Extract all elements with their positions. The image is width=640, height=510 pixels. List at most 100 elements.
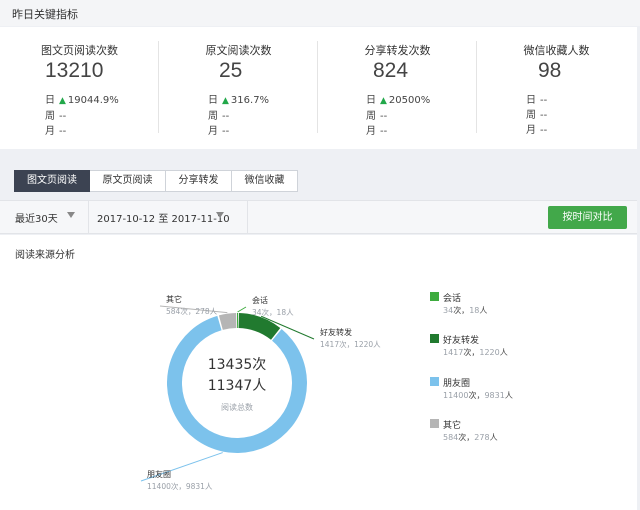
legend-stats: 1417次，1220人 xyxy=(443,347,508,358)
month-label: 月 xyxy=(208,126,218,137)
top-header: 昨日关键指标 xyxy=(0,0,640,26)
leader-line xyxy=(237,306,247,313)
people-suffix: 人 xyxy=(499,348,508,357)
kpi-value: 25 xyxy=(219,59,243,82)
kpi-section: 图文页阅读次数 13210 日 ▲ 19044.9% 周 -- 月 -- 原文阅读次数 … xyxy=(0,27,637,149)
legend-stats: 11400次，9831人 xyxy=(443,390,513,401)
day-label: 日 xyxy=(366,95,376,106)
week-label: 周 xyxy=(366,111,376,122)
divider xyxy=(88,201,89,234)
legend-swatch xyxy=(430,419,439,428)
legend-people: 18 xyxy=(469,306,480,315)
kpi-title: 分享转发次数 xyxy=(364,44,431,57)
tab-article-reads[interactable]: 图文页阅读 xyxy=(14,170,90,192)
legend-stats: 34次，18人 xyxy=(443,305,487,316)
kpi-trend-rows: 日 ▲ 19044.9% 周 -- 月 -- xyxy=(45,93,119,139)
times-suffix: 次， xyxy=(453,306,470,315)
donut-slice-3[interactable] xyxy=(218,313,237,330)
people-suffix: 人 xyxy=(479,306,488,315)
week-value: -- xyxy=(380,111,388,122)
times-suffix: 次， xyxy=(468,391,485,400)
month-label: 月 xyxy=(45,126,55,137)
day-change: 316.7% xyxy=(230,95,270,106)
chevron-down-icon[interactable] xyxy=(67,212,75,218)
chevron-down-icon[interactable] xyxy=(216,212,224,218)
week-label: 周 xyxy=(526,110,536,121)
slice-label-name: 其它 xyxy=(166,294,182,304)
kpi-card-favorites: 微信收藏人数 98 日 -- 周 -- 月 -- xyxy=(477,27,636,149)
kpi-title: 微信收藏人数 xyxy=(523,44,590,57)
slice-label-name: 会话 xyxy=(252,295,268,305)
slice-label-stats: 584次，278人 xyxy=(166,306,218,316)
month-value: -- xyxy=(59,126,67,137)
times-suffix: 次， xyxy=(463,348,480,357)
kpi-title: 图文页阅读次数 xyxy=(41,44,118,57)
center-caption: 阅读总数 xyxy=(221,402,253,412)
kpi-card-shares: 分享转发次数 824 日 ▲ 20500% 周 -- 月 -- xyxy=(318,27,477,149)
page-title: 昨日关键指标 xyxy=(12,8,78,21)
kpi-trend-rows: 日 -- 周 -- 月 -- xyxy=(526,93,547,138)
legend-name: 朋友圈 xyxy=(443,379,471,389)
month-value: -- xyxy=(540,125,548,136)
compare-by-time-button[interactable]: 按时间对比 xyxy=(548,206,627,229)
slice-label-stats: 1417次，1220人 xyxy=(320,339,381,349)
slice-label-stats: 34次，18人 xyxy=(252,307,294,317)
center-people: 11347人 xyxy=(208,378,267,394)
arrow-up-icon: ▲ xyxy=(222,96,229,106)
legend-swatch xyxy=(430,292,439,301)
day-change: 19044.9% xyxy=(67,95,119,106)
day-label: 日 xyxy=(526,95,536,106)
day-label: 日 xyxy=(45,95,55,106)
donut-slice-1[interactable] xyxy=(238,313,281,340)
range-select[interactable]: 最近30天 xyxy=(15,210,58,225)
legend-name: 会话 xyxy=(443,294,462,304)
kpi-value: 13210 xyxy=(45,59,104,82)
legend-times: 1417 xyxy=(443,348,464,357)
legend-people: 9831 xyxy=(484,391,505,400)
month-label: 月 xyxy=(526,125,536,136)
arrow-up-icon: ▲ xyxy=(59,96,66,106)
date-range-picker[interactable]: 2017-10-12 至 2017-11-10 xyxy=(97,210,230,225)
kpi-value: 98 xyxy=(538,59,562,82)
kpi-title: 原文阅读次数 xyxy=(205,44,272,57)
divider xyxy=(247,201,248,234)
day-change: 20500% xyxy=(388,95,431,106)
legend-times: 584 xyxy=(443,433,459,442)
legend-people: 278 xyxy=(474,433,490,442)
tab-shares[interactable]: 分享转发 xyxy=(166,170,232,192)
week-value: -- xyxy=(540,110,548,121)
slice-label-name: 好友转发 xyxy=(320,327,352,337)
date-separator: 至 xyxy=(158,214,169,225)
metric-tabs: 图文页阅读 原文页阅读 分享转发 微信收藏 xyxy=(14,170,298,192)
month-value: -- xyxy=(380,126,388,137)
legend-stats: 584次，278人 xyxy=(443,432,498,443)
legend-name: 其它 xyxy=(443,421,462,431)
people-suffix: 人 xyxy=(504,391,513,400)
kpi-trend-rows: 日 ▲ 316.7% 周 -- 月 -- xyxy=(208,93,269,139)
kpi-value: 824 xyxy=(373,59,409,82)
month-label: 月 xyxy=(366,126,376,137)
week-label: 周 xyxy=(45,111,55,122)
month-value: -- xyxy=(222,126,230,137)
date-start: 2017-10-12 xyxy=(97,214,156,225)
week-value: -- xyxy=(59,111,67,122)
legend-swatch xyxy=(430,377,439,386)
kpi-card-article-reads: 图文页阅读次数 13210 日 ▲ 19044.9% 周 -- 月 -- xyxy=(0,27,159,149)
center-times: 13435次 xyxy=(208,357,267,373)
legend-times: 34 xyxy=(443,306,454,315)
times-suffix: 次， xyxy=(458,433,475,442)
kpi-card-original-reads: 原文阅读次数 25 日 ▲ 316.7% 周 -- 月 -- xyxy=(159,27,318,149)
arrow-up-icon: ▲ xyxy=(380,96,387,106)
day-change: -- xyxy=(540,95,548,106)
kpi-trend-rows: 日 ▲ 20500% 周 -- 月 -- xyxy=(366,93,430,139)
legend-name: 好友转发 xyxy=(443,336,480,346)
tab-favorites[interactable]: 微信收藏 xyxy=(232,170,298,192)
week-value: -- xyxy=(222,111,230,122)
day-label: 日 xyxy=(208,95,218,106)
week-label: 周 xyxy=(208,111,218,122)
legend-people: 1220 xyxy=(479,348,500,357)
donut-slice-0[interactable] xyxy=(237,313,239,329)
donut-chart: 会话 34次，18人好友转发 1417次，1220人朋友圈 11400次，9831人 其… xyxy=(140,294,381,491)
tab-original-reads[interactable]: 原文页阅读 xyxy=(90,170,166,192)
filter-bar: 最近30天 2017-10-12 至 2017-11-10 按时间对比 xyxy=(0,200,637,234)
